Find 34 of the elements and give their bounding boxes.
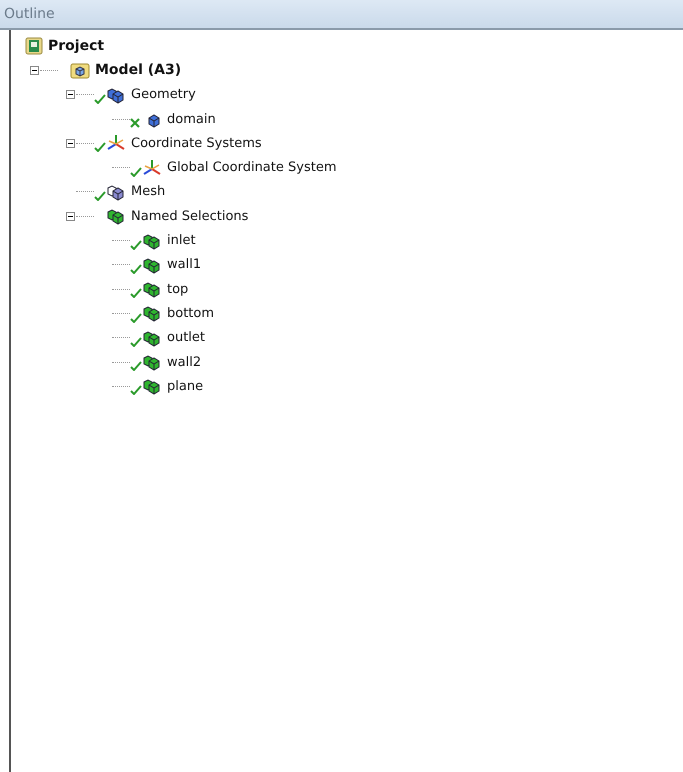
cubes-icon (142, 353, 162, 371)
collapse-toggle[interactable] (29, 64, 40, 76)
tree-item[interactable]: Geometry (131, 87, 196, 102)
project-icon (25, 37, 43, 56)
collapse-toggle[interactable] (65, 138, 76, 149)
cubes-icon (142, 304, 162, 322)
collapse-toggle[interactable] (65, 89, 76, 100)
tree-item[interactable]: wall2 (167, 354, 202, 370)
cubes-icon (142, 280, 162, 298)
tree-item[interactable]: top (167, 282, 188, 297)
tree-item[interactable]: wall1 (167, 257, 202, 272)
tree-item[interactable]: outlet (167, 330, 205, 346)
axes-icon (142, 158, 162, 177)
tree-item[interactable]: Mesh (131, 184, 166, 200)
tree-item[interactable]: Named Selections (131, 208, 248, 224)
tree-item[interactable]: Project (48, 38, 104, 54)
cubes-icon (106, 182, 126, 201)
panel-title: Outline (4, 6, 55, 22)
tree-item[interactable]: plane (167, 378, 204, 394)
cubes-icon (142, 256, 162, 274)
cubes-icon (106, 207, 126, 226)
model-icon (70, 61, 90, 80)
tree-item[interactable]: inlet (167, 233, 196, 248)
cubes-icon (142, 328, 162, 347)
tree-item[interactable]: bottom (167, 306, 214, 321)
tree-item[interactable]: Model (A3) (95, 62, 182, 78)
tree-item[interactable]: domain (167, 112, 216, 127)
collapse-toggle[interactable] (65, 210, 76, 222)
cubes-icon (142, 232, 162, 250)
tree-item[interactable]: Coordinate Systems (131, 136, 262, 151)
axes-icon (106, 134, 126, 152)
tree-item[interactable]: Global Coordinate System (167, 160, 336, 176)
cubes-icon (142, 377, 162, 396)
cubes-icon (106, 86, 126, 104)
